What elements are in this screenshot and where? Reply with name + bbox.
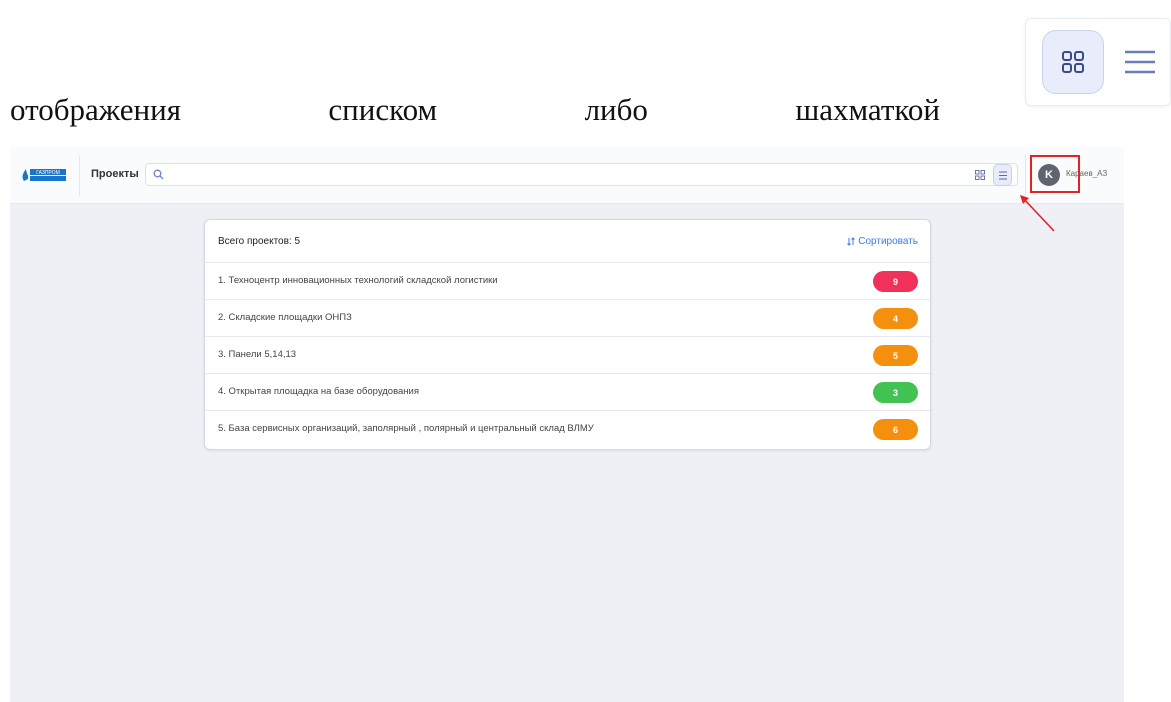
project-count-badge: 3 <box>873 382 918 403</box>
project-row[interactable]: 1. Техноцентр инновационных технологий с… <box>205 263 930 300</box>
caption-word: либо <box>584 92 648 127</box>
list-icon <box>1125 50 1155 74</box>
project-name: 2. Складские площадки ОНПЗ <box>218 312 352 323</box>
app-window: ГАЗПРОМ Проекты K Караев_АЗ Всего проект… <box>10 147 1124 702</box>
grid-icon <box>975 170 985 180</box>
logo-text: ГАЗПРОМ <box>36 170 60 176</box>
project-row[interactable]: 2. Складские площадки ОНПЗ 4 <box>205 300 930 337</box>
caption-word: шахматкой <box>795 92 940 127</box>
top-bar: ГАЗПРОМ Проекты K Караев_АЗ <box>10 147 1124 204</box>
search-icon <box>153 169 164 180</box>
project-count-badge: 4 <box>873 308 918 329</box>
caption-word: списком <box>328 92 438 127</box>
project-count-badge: 6 <box>873 419 918 440</box>
project-name: 4. Открытая площадка на базе оборудовани… <box>218 386 419 397</box>
project-name: 3. Панели 5,14,13 <box>218 349 297 360</box>
sort-icon <box>847 237 856 246</box>
grid-view-button[interactable] <box>971 166 989 184</box>
project-name: 5. База сервисных организаций, заполярны… <box>218 423 594 434</box>
projects-count-title: Всего проектов: 5 <box>218 236 301 247</box>
list-view-button-zoomed[interactable] <box>1118 32 1162 92</box>
project-count-badge: 5 <box>873 345 918 366</box>
list-view-button[interactable] <box>993 164 1012 186</box>
project-row[interactable]: 3. Панели 5,14,13 5 <box>205 337 930 374</box>
search-field[interactable] <box>145 163 1018 186</box>
search-input[interactable] <box>168 166 968 183</box>
divider <box>79 155 80 196</box>
projects-card: Всего проектов: 5 Сортировать 1. Техноце… <box>204 219 931 450</box>
sort-button[interactable]: Сортировать <box>847 236 918 247</box>
section-title: Проекты <box>91 168 139 180</box>
company-logo[interactable]: ГАЗПРОМ <box>20 167 68 183</box>
grid-icon <box>1062 51 1084 73</box>
view-toggle-zoomed <box>1025 18 1171 106</box>
caption-text: отображения списком либо шахматкой <box>10 92 940 128</box>
caption-word: отображения <box>10 92 181 127</box>
project-row[interactable]: 4. Открытая площадка на базе оборудовани… <box>205 374 930 411</box>
grid-view-button-zoomed[interactable] <box>1042 30 1104 94</box>
list-icon <box>998 171 1007 179</box>
sort-label: Сортировать <box>858 236 918 247</box>
card-header: Всего проектов: 5 Сортировать <box>205 220 930 263</box>
project-name: 1. Техноцентр инновационных технологий с… <box>218 275 498 286</box>
project-row[interactable]: 5. База сервисных организаций, заполярны… <box>205 411 930 448</box>
project-count-badge: 9 <box>873 271 918 292</box>
arrow-annotation <box>1020 195 1055 232</box>
